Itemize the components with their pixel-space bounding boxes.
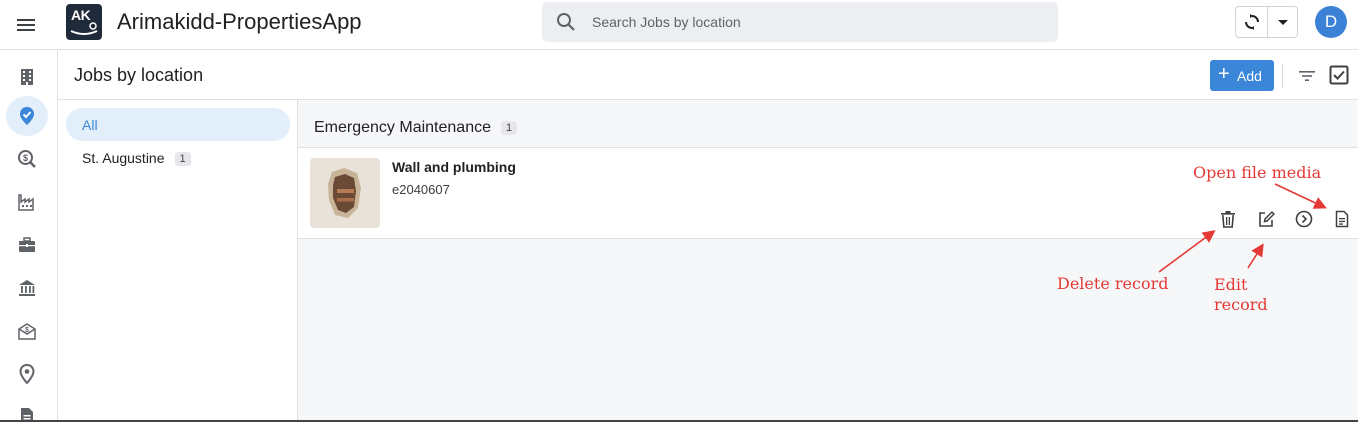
building-icon — [21, 69, 33, 85]
group-count-badge: 1 — [500, 121, 518, 135]
sync-button-group — [1235, 6, 1298, 38]
search-bar[interactable] — [542, 2, 1058, 42]
rail-item-documents[interactable] — [6, 396, 48, 422]
rail-item-bank[interactable] — [6, 268, 48, 306]
annotation-edit-line-1: Edit — [1214, 275, 1248, 294]
location-item-st-augustine[interactable]: St. Augustine 1 — [66, 141, 290, 174]
location-item-all[interactable]: All — [66, 108, 290, 141]
factory-icon — [18, 194, 34, 211]
sync-dropdown-button[interactable] — [1268, 7, 1298, 37]
sync-button[interactable] — [1236, 7, 1268, 37]
job-record-row[interactable]: Wall and plumbing e2040607 — [298, 148, 1358, 239]
svg-text:$: $ — [23, 153, 28, 163]
page-title: Jobs by location — [74, 65, 204, 85]
rail-item-payments[interactable]: $ — [6, 311, 48, 349]
rail-item-search-finance[interactable]: $ — [6, 139, 48, 177]
badge-check-icon — [20, 107, 34, 125]
app-title: Arimakidd-PropertiesApp — [117, 9, 362, 34]
file-document-icon — [1335, 210, 1349, 228]
jobs-list: Emergency Maintenance 1 Wall and plumbing… — [298, 100, 1358, 420]
chevron-circle-right-icon — [1295, 210, 1313, 228]
briefcase-icon — [19, 237, 35, 252]
left-navigation-rail: $ $ — [0, 51, 58, 422]
search-input[interactable] — [592, 2, 1042, 42]
trash-icon — [1221, 211, 1235, 228]
sync-icon — [1245, 14, 1259, 30]
search-dollar-icon: $ — [18, 150, 36, 168]
search-icon — [556, 12, 576, 32]
location-label: St. Augustine — [82, 150, 165, 166]
rail-item-jobs[interactable] — [6, 96, 48, 136]
filter-icon[interactable] — [1296, 65, 1318, 87]
map-pin-icon — [19, 364, 35, 384]
record-id: e2040607 — [392, 182, 450, 197]
svg-text:$: $ — [25, 327, 29, 334]
rail-item-locations[interactable] — [6, 354, 48, 392]
delete-record-button[interactable] — [1217, 208, 1239, 230]
group-header: Emergency Maintenance 1 — [298, 100, 1358, 148]
edit-record-button[interactable] — [1255, 208, 1277, 230]
rail-item-factory[interactable] — [6, 182, 48, 220]
header-divider — [1282, 64, 1283, 88]
annotation-edit-record: Edit record — [1214, 275, 1268, 315]
open-file-media-button[interactable] — [1331, 208, 1353, 230]
top-bar: AK Arimakidd-PropertiesApp D — [0, 0, 1358, 50]
count-badge: 1 — [174, 152, 191, 166]
select-checkbox-icon[interactable] — [1328, 64, 1350, 86]
plus-icon: + — [1218, 63, 1230, 85]
add-button[interactable]: + Add — [1210, 60, 1274, 91]
hamburger-menu-icon[interactable] — [14, 13, 38, 37]
group-title: Emergency Maintenance — [314, 119, 491, 136]
bank-icon — [19, 280, 35, 296]
record-title: Wall and plumbing — [392, 159, 516, 175]
annotation-delete-record: Delete record — [1057, 274, 1169, 293]
annotation-edit-line-2: record — [1214, 295, 1268, 314]
add-button-label: Add — [1237, 68, 1262, 84]
page-header: Jobs by location + Add — [58, 51, 1358, 100]
rail-item-briefcase[interactable] — [6, 225, 48, 263]
record-thumbnail[interactable] — [310, 158, 380, 228]
avatar[interactable]: D — [1315, 6, 1347, 38]
open-record-button[interactable] — [1293, 208, 1315, 230]
edit-icon — [1259, 210, 1275, 227]
caret-down-icon — [1278, 20, 1288, 25]
rail-item-buildings[interactable] — [6, 57, 48, 95]
annotation-open-file-media: Open file media — [1193, 163, 1322, 182]
location-label: All — [82, 117, 98, 133]
app-logo: AK — [66, 4, 102, 40]
location-list: All St. Augustine 1 — [58, 100, 298, 422]
envelope-dollar-icon: $ — [18, 323, 36, 340]
